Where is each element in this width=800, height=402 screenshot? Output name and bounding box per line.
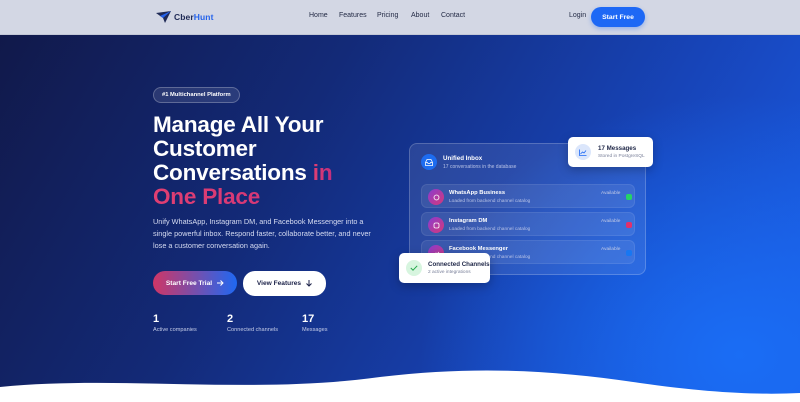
whatsapp-icon	[428, 189, 444, 205]
stat-channels: 2 Connected channels	[227, 313, 278, 333]
stat-label: Active companies	[153, 327, 197, 333]
connected-popup-sub: 2 active integrations	[428, 270, 471, 275]
channel-instagram[interactable]: Instagram DM Loaded from backend channel…	[421, 212, 635, 236]
platform-badge: #1 Multichannel Platform	[153, 87, 240, 103]
nav-about[interactable]: About	[411, 12, 429, 19]
stat-value: 2	[227, 313, 234, 325]
instagram-icon	[428, 217, 444, 233]
channel-name: WhatsApp Business	[449, 190, 506, 196]
view-features-label: View Features	[256, 280, 302, 287]
channel-status: Available	[601, 191, 621, 196]
whatsapp-mini-icon	[626, 194, 632, 200]
messenger-mini-icon	[626, 250, 632, 256]
login-link[interactable]: Login	[569, 12, 586, 19]
stat-label: Connected channels	[227, 327, 279, 333]
view-features-button[interactable]: View Features	[243, 271, 326, 296]
stat-value: 17	[302, 313, 315, 325]
nav-home[interactable]: Home	[309, 12, 328, 19]
check-icon	[406, 260, 422, 276]
headline-line-3: Conversations in	[153, 160, 333, 185]
start-free-button[interactable]: Start Free	[591, 7, 645, 27]
messages-popup-sub: Stored in PostgreSQL	[598, 154, 645, 159]
arrow-right-icon	[217, 280, 224, 286]
hero-section: #1 Multichannel Platform Manage All Your…	[0, 35, 800, 402]
hero-headline: Manage All Your Customer Conversations i…	[153, 113, 413, 209]
inbox-title: Unified Inbox	[443, 155, 483, 162]
headline-line-1: Manage All Your	[153, 112, 324, 137]
channel-desc: Loaded from backend channel catalog	[449, 199, 531, 204]
start-free-trial-button[interactable]: Start Free Trial	[153, 271, 237, 295]
headline-line-2: Customer	[153, 136, 257, 161]
nav-pricing[interactable]: Pricing	[377, 12, 398, 19]
connected-channels-popup: Connected Channels 2 active integrations	[399, 253, 490, 283]
inbox-subtitle: 17 conversations in the database	[443, 164, 517, 170]
nav-contact[interactable]: Contact	[441, 12, 465, 19]
channel-name: Instagram DM	[449, 218, 488, 224]
hero-subtitle: Unify WhatsApp, Instagram DM, and Facebo…	[153, 217, 371, 250]
messages-popup: 17 Messages Stored in PostgreSQL	[568, 137, 653, 167]
start-free-trial-label: Start Free Trial	[165, 279, 213, 287]
channel-name: Facebook Messenger	[449, 246, 508, 252]
inbox-icon	[421, 154, 437, 170]
stat-companies: 1 Active companies	[153, 313, 197, 333]
channel-status: Available	[601, 219, 621, 224]
channel-desc: Loaded from backend channel catalog	[449, 227, 531, 232]
channel-whatsapp[interactable]: WhatsApp Business Loaded from backend ch…	[421, 184, 635, 208]
stat-label: Messages	[302, 327, 328, 333]
chart-icon	[575, 144, 591, 160]
stat-messages: 17 Messages	[302, 313, 328, 333]
connected-popup-title: Connected Channels	[428, 261, 490, 268]
messages-popup-title: 17 Messages	[598, 145, 637, 152]
stat-value: 1	[153, 313, 160, 325]
headline-accent-one-place: One Place	[153, 185, 413, 209]
nav-links: Home Features Pricing About Contact	[0, 12, 800, 24]
instagram-mini-icon	[626, 222, 632, 228]
channel-status: Available	[601, 247, 621, 252]
arrow-down-icon	[306, 280, 312, 287]
top-navbar: CberHunt Home Features Pricing About Con…	[0, 0, 800, 35]
headline-accent-in: in	[312, 160, 333, 185]
nav-features[interactable]: Features	[339, 12, 367, 19]
hero-wave-divider	[0, 370, 800, 402]
